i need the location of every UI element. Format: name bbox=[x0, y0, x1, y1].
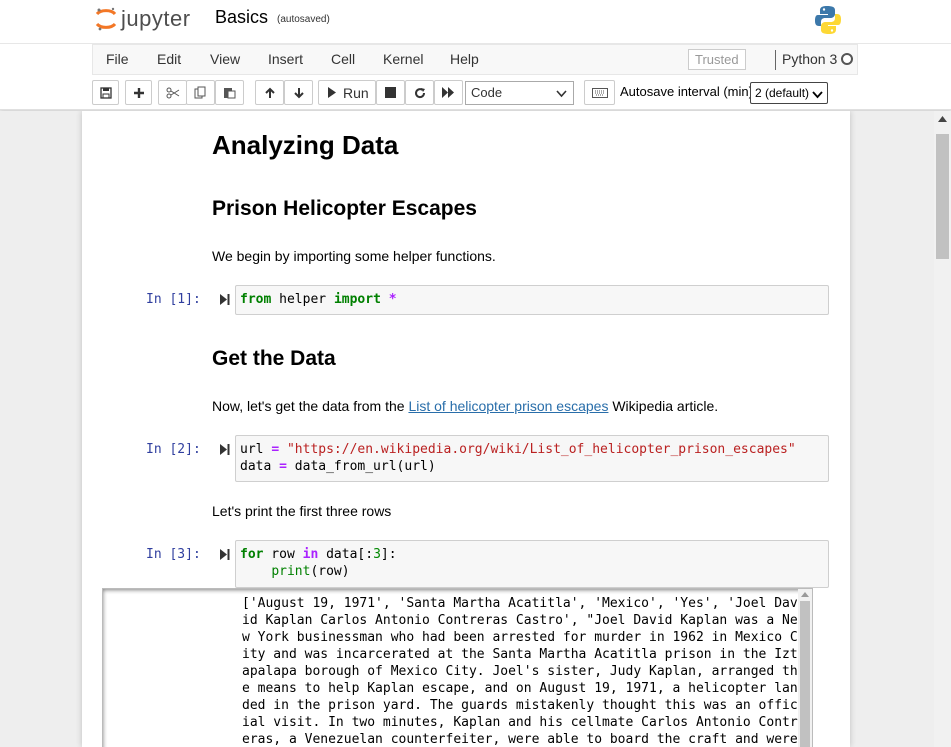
cut-button[interactable] bbox=[158, 80, 187, 105]
heading-get-data: Get the Data bbox=[212, 347, 336, 370]
cell-1-prompt: In [1]: bbox=[146, 292, 201, 307]
run-button[interactable]: Run bbox=[318, 80, 376, 105]
cell-1-run-icon[interactable] bbox=[220, 293, 230, 306]
menu-kernel[interactable]: Kernel bbox=[383, 51, 423, 67]
intro-paragraph: We begin by importing some helper functi… bbox=[212, 248, 496, 264]
notebook-page: Analyzing Data Prison Helicopter Escapes… bbox=[82, 111, 850, 747]
menu-edit[interactable]: Edit bbox=[157, 51, 181, 67]
keyboard-icon bbox=[591, 87, 608, 98]
copy-button[interactable] bbox=[186, 80, 215, 105]
menu-help[interactable]: Help bbox=[450, 51, 479, 67]
jupyter-logo-icon bbox=[95, 7, 117, 31]
cell-3-run-icon[interactable] bbox=[220, 548, 230, 561]
cell-3-prompt: In [3]: bbox=[146, 547, 201, 562]
arrow-up-icon bbox=[264, 87, 275, 98]
cell-2-run-icon[interactable] bbox=[220, 443, 230, 456]
data-source-text-after: Wikipedia article. bbox=[608, 398, 719, 414]
run-icon bbox=[328, 87, 336, 98]
save-button[interactable] bbox=[92, 80, 119, 105]
python-logo-icon bbox=[815, 6, 841, 34]
arrow-down-icon bbox=[293, 87, 304, 98]
output-text: ['August 19, 1971', 'Santa Martha Acatit… bbox=[242, 596, 798, 747]
run-label: Run bbox=[343, 84, 369, 101]
restart-run-all-button[interactable] bbox=[434, 80, 463, 105]
heading-prison-escapes: Prison Helicopter Escapes bbox=[212, 197, 477, 220]
cell-3-output[interactable]: ['August 19, 1971', 'Santa Martha Acatit… bbox=[102, 588, 813, 747]
chevron-down-icon bbox=[556, 90, 567, 98]
move-up-button[interactable] bbox=[255, 80, 284, 105]
copy-icon bbox=[194, 86, 206, 99]
menu-cell[interactable]: Cell bbox=[331, 51, 355, 67]
print-rows-paragraph: Let's print the first three rows bbox=[212, 503, 392, 519]
heading-analyzing-data: Analyzing Data bbox=[212, 130, 399, 160]
cell-2-input[interactable]: url = "https://en.wikipedia.org/wiki/Lis… bbox=[235, 435, 829, 482]
cell-type-select[interactable]: Code bbox=[465, 81, 574, 105]
move-down-button[interactable] bbox=[284, 80, 313, 105]
chevron-down-icon bbox=[812, 91, 823, 99]
autosave-interval-select[interactable]: 2 (default) bbox=[750, 82, 828, 104]
output-scrollbar[interactable] bbox=[798, 589, 812, 747]
notebook-header: jupyter Basics (autosaved) File Edit Vie… bbox=[0, 0, 951, 110]
data-source-text-before: Now, let's get the data from the bbox=[212, 398, 409, 414]
cut-icon bbox=[166, 87, 179, 98]
menu-view[interactable]: View bbox=[210, 51, 240, 67]
notebook-toolbar: Run Code Autosave interval (min): 2 (def… bbox=[92, 80, 858, 106]
kernel-name[interactable]: Python 3 bbox=[782, 51, 837, 67]
restart-button[interactable] bbox=[405, 80, 434, 105]
command-palette-button[interactable] bbox=[584, 80, 615, 105]
plus-icon bbox=[133, 87, 144, 98]
paste-button[interactable] bbox=[215, 80, 244, 105]
cell-2-prompt: In [2]: bbox=[146, 442, 201, 457]
restart-icon bbox=[414, 87, 425, 98]
output-scroll-thumb[interactable] bbox=[800, 601, 810, 747]
autosave-label: Autosave interval (min): bbox=[620, 84, 757, 99]
jupyter-wordmark: jupyter bbox=[121, 6, 191, 31]
scroll-up-icon[interactable] bbox=[938, 115, 947, 122]
insert-cell-button[interactable] bbox=[125, 80, 152, 105]
scroll-up-icon[interactable] bbox=[801, 591, 809, 597]
autosave-interval-value: 2 (default) bbox=[755, 86, 810, 100]
notebook-site: Analyzing Data Prison Helicopter Escapes… bbox=[0, 111, 934, 747]
kernel-divider bbox=[775, 50, 776, 70]
save-icon bbox=[99, 86, 112, 99]
stop-icon bbox=[385, 87, 396, 98]
page-scrollbar[interactable] bbox=[934, 111, 951, 747]
menu-file[interactable]: File bbox=[106, 51, 129, 67]
cell-1-input[interactable]: from helper import * bbox=[235, 285, 829, 315]
wikipedia-link[interactable]: List of helicopter prison escapes bbox=[408, 398, 608, 414]
fast-forward-icon bbox=[442, 87, 454, 98]
interrupt-button[interactable] bbox=[376, 80, 405, 105]
notebook-title[interactable]: Basics bbox=[215, 7, 268, 28]
kernel-idle-icon bbox=[841, 53, 853, 65]
paste-icon bbox=[224, 88, 236, 99]
autosave-status: (autosaved) bbox=[277, 14, 330, 25]
menu-bar: File Edit View Insert Cell Kernel Help T… bbox=[92, 44, 858, 75]
data-source-paragraph: Now, let's get the data from the List of… bbox=[212, 398, 718, 414]
cell-3-input[interactable]: for row in data[:3]: print(row) bbox=[235, 540, 829, 588]
menu-insert[interactable]: Insert bbox=[268, 51, 303, 67]
jupyter-logo[interactable]: jupyter bbox=[95, 6, 191, 32]
trusted-indicator[interactable]: Trusted bbox=[688, 49, 746, 70]
cell-type-value: Code bbox=[471, 85, 503, 100]
page-scroll-thumb[interactable] bbox=[936, 134, 949, 259]
